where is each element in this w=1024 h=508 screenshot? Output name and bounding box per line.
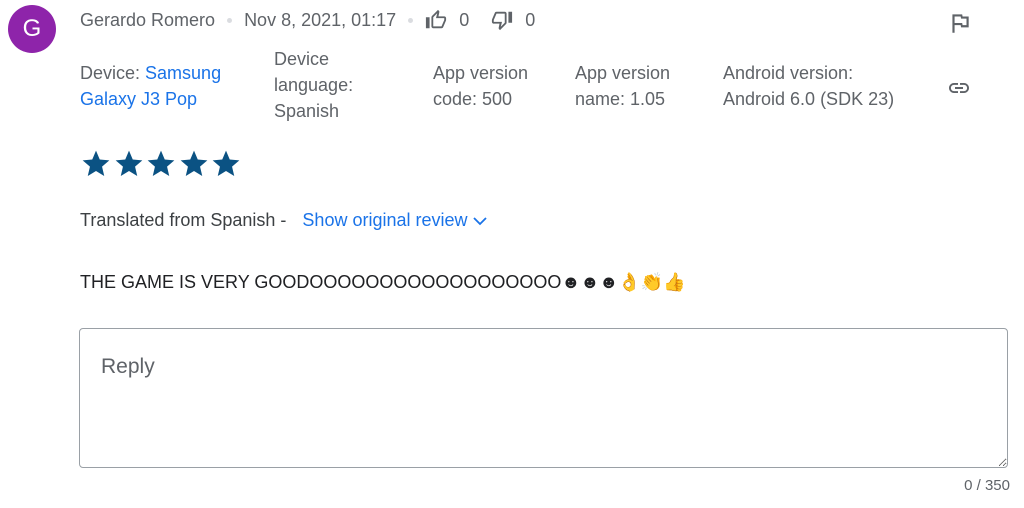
- chevron-down-icon: [472, 216, 487, 225]
- thumbs-up-button[interactable]: 0: [425, 9, 469, 31]
- thumbs-down-count: 0: [525, 9, 536, 30]
- star-icon: [180, 150, 208, 176]
- thumbs-down-button[interactable]: 0: [491, 9, 535, 31]
- thumbs-up-count: 0: [459, 9, 470, 30]
- star-icon: [82, 150, 110, 176]
- star-rating: [80, 148, 243, 180]
- review-header: Gerardo Romero Nov 8, 2021, 01:17 0 0: [80, 8, 535, 32]
- star-icon: [115, 150, 142, 176]
- review-text: THE GAME IS VERY GOODOOOOOOOOOOOOOOOOOO☻…: [80, 272, 686, 292]
- reply-textarea[interactable]: [79, 328, 1008, 468]
- device-name-link-line2[interactable]: Galaxy J3 Pop: [80, 89, 197, 109]
- app-version-name-info: App version name: 1.05: [575, 63, 671, 109]
- android-version-info: Android version: Android 6.0 (SDK 23): [723, 63, 895, 109]
- author-name: Gerardo Romero: [80, 9, 216, 30]
- translation-notice: Translated from Spanish - Show original …: [80, 210, 489, 231]
- flag-icon[interactable]: [947, 10, 973, 36]
- device-name-link[interactable]: Samsung: [145, 63, 221, 83]
- show-original-review-button[interactable]: Show original review: [302, 210, 488, 231]
- review-date: Nov 8, 2021, 01:17: [244, 9, 397, 30]
- thumbs-down-icon: [492, 11, 513, 31]
- star-icon: [147, 150, 175, 176]
- link-icon[interactable]: [944, 76, 974, 100]
- device-language-info: Device language: Spanish: [274, 49, 354, 121]
- star-icon: [213, 150, 240, 176]
- avatar: G: [8, 5, 56, 53]
- app-version-code-info: App version code: 500: [433, 63, 529, 109]
- thumbs-up-icon: [426, 9, 447, 29]
- reply-character-counter: 0 / 350: [964, 477, 1010, 494]
- separator-dot: [408, 17, 414, 23]
- device-info: Device: Samsung Galaxy J3 Pop: [80, 63, 222, 109]
- separator-dot: [227, 17, 233, 23]
